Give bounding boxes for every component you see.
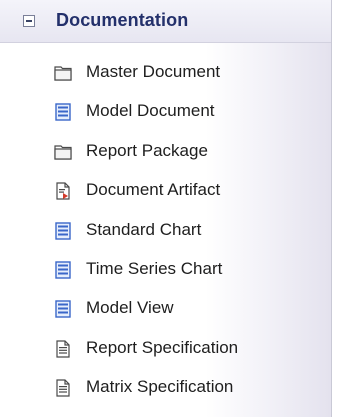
folder-document-icon bbox=[54, 143, 72, 161]
toolbox-item-label: Model View bbox=[86, 298, 174, 318]
toolbox-item-matrix-specification[interactable]: Matrix Specification bbox=[0, 368, 331, 407]
chart-icon bbox=[54, 221, 72, 240]
toolbox-item-master-document[interactable]: Master Document bbox=[0, 53, 331, 92]
model-view-icon bbox=[54, 300, 72, 319]
toolbox-item-list: Master Document Model Document Report Pa… bbox=[0, 53, 331, 408]
folder-document-icon bbox=[54, 64, 72, 82]
toolbox-item-time-series-chart[interactable]: Time Series Chart bbox=[0, 250, 331, 289]
toolbox-item-report-package[interactable]: Report Package bbox=[0, 132, 331, 171]
document-artifact-icon bbox=[54, 182, 72, 200]
specification-icon bbox=[54, 379, 72, 397]
section-header-documentation[interactable]: Documentation bbox=[0, 0, 331, 43]
toolbox-item-label: Master Document bbox=[86, 62, 221, 81]
toolbox-item-label: Document Artifact bbox=[86, 180, 221, 200]
toolbox-item-model-document[interactable]: Model Document bbox=[0, 92, 331, 131]
model-document-icon bbox=[54, 103, 72, 122]
documentation-toolbox: Documentation Master Document Model Docu… bbox=[0, 0, 332, 417]
toolbox-item-label: Report Package bbox=[86, 140, 208, 160]
toolbox-item-label: Matrix Specification bbox=[86, 377, 234, 397]
toolbox-item-document-artifact[interactable]: Document Artifact bbox=[0, 171, 331, 210]
toolbox-item-label: Standard Chart bbox=[86, 219, 202, 239]
toolbox-item-report-specification[interactable]: Report Specification bbox=[0, 329, 331, 368]
section-title: Documentation bbox=[56, 10, 189, 30]
toolbox-item-model-view[interactable]: Model View bbox=[0, 289, 331, 328]
toolbox-item-label: Model Document bbox=[86, 101, 215, 121]
toolbox-item-label: Report Specification bbox=[86, 337, 239, 357]
specification-icon bbox=[54, 340, 72, 358]
chart-icon bbox=[54, 261, 72, 279]
toolbox-item-label: Time Series Chart bbox=[86, 258, 223, 278]
toolbox-item-standard-chart[interactable]: Standard Chart bbox=[0, 211, 331, 250]
collapse-icon[interactable] bbox=[23, 15, 35, 27]
